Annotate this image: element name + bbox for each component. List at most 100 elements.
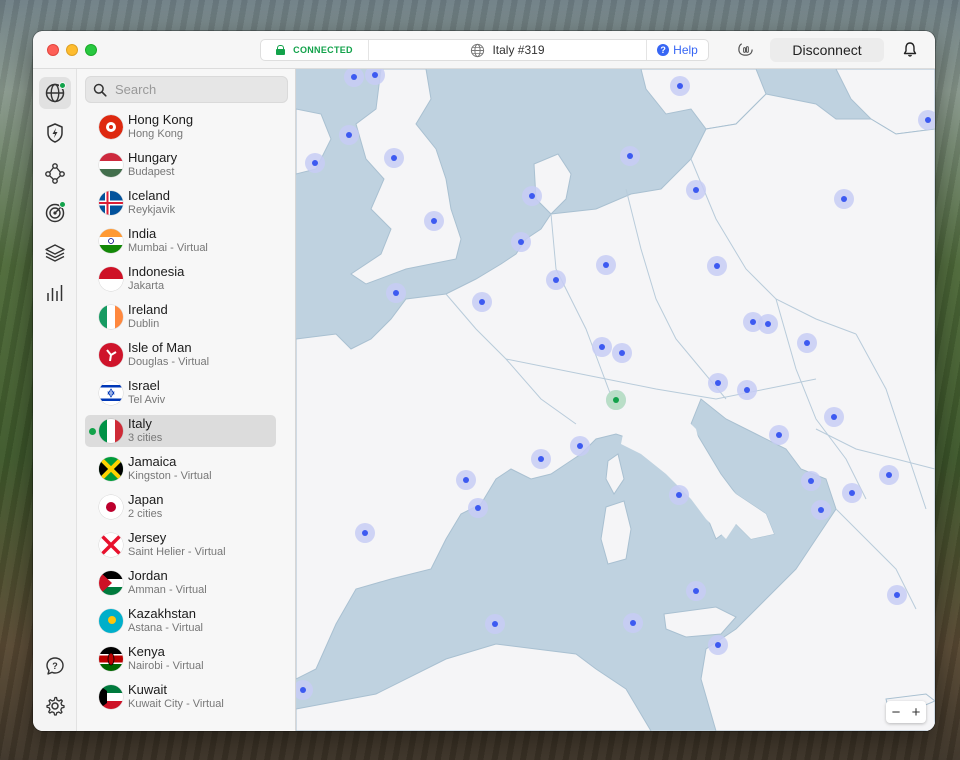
flag-icon	[99, 305, 123, 329]
country-item[interactable]: India Mumbai - Virtual	[85, 225, 276, 257]
lock-icon	[276, 45, 286, 55]
country-item[interactable]: Italy 3 cities	[85, 415, 276, 447]
flag-icon	[99, 571, 123, 595]
threat-protection-icon[interactable]	[737, 41, 754, 58]
rail-item-vpn[interactable]	[39, 77, 71, 109]
connected-location-pin[interactable]	[613, 397, 619, 403]
country-item[interactable]: Israel Tel Aviv	[85, 377, 276, 409]
rail-item-support[interactable]: ?	[39, 650, 71, 682]
country-name: Hungary	[128, 150, 178, 165]
country-item[interactable]: Isle of Man Douglas - Virtual	[85, 339, 276, 371]
country-item[interactable]: Iceland Reykjavik	[85, 187, 276, 219]
search-input[interactable]	[115, 82, 285, 97]
bolt-shield-icon	[47, 123, 63, 143]
server-location-pin[interactable]	[312, 160, 318, 166]
server-location-pin[interactable]	[362, 530, 368, 536]
server-location-pin[interactable]	[693, 588, 699, 594]
search-box[interactable]	[85, 76, 288, 103]
settings-icon	[46, 696, 65, 716]
server-location-pin[interactable]	[715, 380, 721, 386]
country-item[interactable]: Jersey Saint Helier - Virtual	[85, 529, 276, 561]
bell-icon[interactable]	[902, 41, 918, 58]
server-location-pin[interactable]	[677, 83, 683, 89]
server-location-pin[interactable]	[808, 478, 814, 484]
server-location-pin[interactable]	[351, 74, 357, 80]
server-location-pin[interactable]	[630, 620, 636, 626]
server-location-pin[interactable]	[518, 239, 524, 245]
server-location-pin[interactable]	[818, 507, 824, 513]
server-location-pin[interactable]	[492, 621, 498, 627]
layers-icon	[45, 244, 65, 262]
disconnect-button[interactable]: Disconnect	[770, 38, 884, 62]
rail-item-meshnet[interactable]	[39, 157, 71, 189]
maximize-window-button[interactable]	[85, 44, 97, 56]
rail-item-threat-protection[interactable]	[39, 117, 71, 149]
server-location-pin[interactable]	[372, 72, 378, 78]
server-location-pin[interactable]	[831, 414, 837, 420]
server-location-pin[interactable]	[479, 299, 485, 305]
zoom-out-button[interactable]: −	[892, 705, 901, 720]
close-window-button[interactable]	[47, 44, 59, 56]
server-location-pin[interactable]	[715, 642, 721, 648]
server-location-pin[interactable]	[538, 456, 544, 462]
server-location-pin[interactable]	[765, 321, 771, 327]
server-location-pin[interactable]	[776, 432, 782, 438]
country-item[interactable]: Kazakhstan Astana - Virtual	[85, 605, 276, 637]
rail-item-split-tunneling[interactable]	[39, 237, 71, 269]
current-server[interactable]: Italy #319	[369, 43, 646, 58]
connected-indicator: CONNECTED	[261, 40, 369, 60]
minimize-window-button[interactable]	[66, 44, 78, 56]
rail-item-statistics[interactable]	[39, 277, 71, 309]
rail-item-settings[interactable]	[39, 690, 71, 722]
server-location-pin[interactable]	[894, 592, 900, 598]
country-item[interactable]: Jordan Amman - Virtual	[85, 567, 276, 599]
server-location-pin[interactable]	[529, 193, 535, 199]
server-location-pin[interactable]	[886, 472, 892, 478]
flag-icon	[99, 153, 123, 177]
server-location-pin[interactable]	[627, 153, 633, 159]
flag-icon	[99, 533, 123, 557]
country-city: Jakarta	[128, 280, 165, 292]
server-location-pin[interactable]	[300, 687, 306, 693]
server-location-pin[interactable]	[744, 387, 750, 393]
country-item[interactable]: Japan 2 cities	[85, 491, 276, 523]
country-item[interactable]: Jamaica Kingston - Virtual	[85, 453, 276, 485]
country-item[interactable]: Kuwait Kuwait City - Virtual	[85, 681, 276, 713]
rail-item-dark-web-monitor[interactable]	[39, 197, 71, 229]
server-location-pin[interactable]	[676, 492, 682, 498]
country-name: Isle of Man	[128, 340, 192, 355]
country-city: Budapest	[128, 166, 175, 178]
server-location-pin[interactable]	[714, 263, 720, 269]
country-name: Italy	[128, 416, 152, 431]
server-location-pin[interactable]	[599, 344, 605, 350]
server-location-pin[interactable]	[553, 277, 559, 283]
server-location-pin[interactable]	[393, 290, 399, 296]
server-map[interactable]: − +	[296, 69, 935, 731]
flag-icon	[99, 647, 123, 671]
server-location-pin[interactable]	[841, 196, 847, 202]
zoom-in-button[interactable]: +	[912, 705, 921, 720]
country-city: Tel Aviv	[128, 394, 166, 406]
server-location-pin[interactable]	[577, 443, 583, 449]
country-city: Reykjavik	[128, 204, 176, 216]
server-location-pin[interactable]	[431, 218, 437, 224]
country-item[interactable]: Kenya Nairobi - Virtual	[85, 643, 276, 675]
server-location-pin[interactable]	[603, 262, 609, 268]
country-item[interactable]: Hungary Budapest	[85, 149, 276, 181]
globe-icon	[471, 43, 485, 57]
server-location-pin[interactable]	[849, 490, 855, 496]
server-location-pin[interactable]	[463, 477, 469, 483]
server-location-pin[interactable]	[925, 117, 931, 123]
help-button[interactable]: ? Help	[646, 40, 708, 60]
country-item[interactable]: Ireland Dublin	[85, 301, 276, 333]
server-location-pin[interactable]	[475, 505, 481, 511]
server-location-pin[interactable]	[391, 155, 397, 161]
server-location-pin[interactable]	[750, 319, 756, 325]
server-location-pin[interactable]	[346, 132, 352, 138]
country-city: Douglas - Virtual	[128, 356, 210, 368]
country-item[interactable]: Indonesia Jakarta	[85, 263, 276, 295]
server-location-pin[interactable]	[619, 350, 625, 356]
country-item[interactable]: Hong Kong Hong Kong	[85, 111, 276, 143]
server-location-pin[interactable]	[804, 340, 810, 346]
server-location-pin[interactable]	[693, 187, 699, 193]
